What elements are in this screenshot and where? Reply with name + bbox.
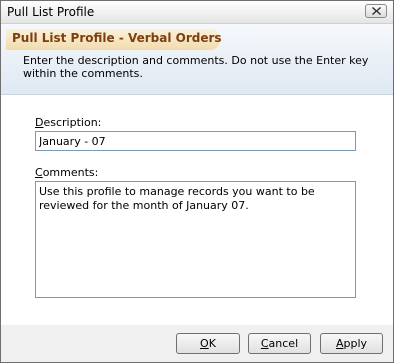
form-area: Description: Comments: Use this profile … bbox=[1, 95, 393, 325]
close-button[interactable] bbox=[365, 4, 387, 18]
ok-button[interactable]: OK bbox=[176, 333, 240, 354]
close-icon bbox=[372, 7, 381, 15]
comments-textarea[interactable]: Use this profile to manage records you w… bbox=[35, 181, 356, 298]
page-title: Pull List Profile - Verbal Orders bbox=[12, 31, 222, 45]
title-bar[interactable]: Pull List Profile bbox=[1, 1, 393, 24]
description-input[interactable] bbox=[35, 131, 356, 151]
button-bar: OK Cancel Apply bbox=[1, 325, 393, 362]
cancel-button[interactable]: Cancel bbox=[248, 333, 311, 354]
dialog-header: Pull List Profile - Verbal Orders Enter … bbox=[1, 24, 393, 95]
window-title: Pull List Profile bbox=[7, 5, 95, 19]
description-label: Description: bbox=[35, 116, 102, 129]
instructions-text: Enter the description and comments. Do n… bbox=[23, 54, 369, 80]
comments-label: Comments: bbox=[35, 166, 99, 179]
header-title-tab: Pull List Profile - Verbal Orders bbox=[6, 29, 222, 50]
dialog-window: Pull List Profile Pull List Profile - Ve… bbox=[0, 0, 394, 363]
apply-button[interactable]: Apply bbox=[320, 333, 383, 354]
